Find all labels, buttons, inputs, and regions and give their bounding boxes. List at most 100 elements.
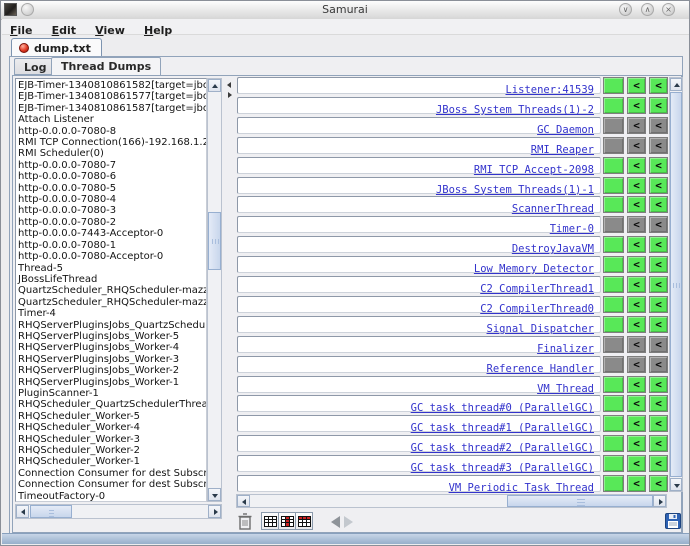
previous-arrow-icon[interactable]: [331, 516, 340, 528]
thread-list-item[interactable]: http-0.0.0.0-7080-1: [18, 240, 206, 251]
prev-dump-button[interactable]: <: [627, 77, 646, 94]
split-divider[interactable]: [225, 78, 235, 519]
thread-list-item[interactable]: QuartzScheduler_RHQScheduler-mazztower: [18, 285, 206, 296]
dump-vscroll-thumb[interactable]: [670, 92, 682, 477]
scroll-left-icon[interactable]: [16, 505, 29, 518]
prev-dump-button[interactable]: <: [649, 395, 668, 412]
thread-list-item[interactable]: QuartzScheduler_RHQScheduler-mazztower: [18, 297, 206, 308]
thread-link[interactable]: Listener:41539: [505, 84, 600, 96]
prev-dump-button[interactable]: <: [649, 276, 668, 293]
prev-dump-button[interactable]: <: [627, 196, 646, 213]
prev-dump-button[interactable]: <: [649, 77, 668, 94]
prev-dump-button[interactable]: <: [649, 316, 668, 333]
prev-dump-button[interactable]: <: [627, 376, 646, 393]
prev-dump-button[interactable]: <: [649, 216, 668, 233]
prev-dump-button[interactable]: <: [627, 455, 646, 472]
thread-list-item[interactable]: PluginScanner-1: [18, 388, 206, 399]
thread-link[interactable]: JBoss System Threads(1)-1: [436, 184, 600, 196]
trash-icon[interactable]: [238, 513, 252, 530]
thread-list-item[interactable]: RHQServerPluginsJobs_Worker-5: [18, 331, 206, 342]
thread-list-item[interactable]: RHQScheduler_Worker-1: [18, 456, 206, 467]
prev-dump-button[interactable]: <: [627, 256, 646, 273]
thread-link[interactable]: VM Thread: [537, 383, 600, 395]
prev-dump-button[interactable]: <: [627, 415, 646, 432]
prev-dump-button[interactable]: <: [627, 137, 646, 154]
prev-dump-button[interactable]: <: [627, 296, 646, 313]
thread-list-item[interactable]: RHQScheduler_Worker-5: [18, 411, 206, 422]
tab-dump-txt[interactable]: dump.txt: [11, 38, 102, 57]
prev-dump-button[interactable]: <: [649, 196, 668, 213]
thread-link[interactable]: ScannerThread: [512, 203, 600, 215]
menu-help[interactable]: Help: [142, 23, 178, 37]
prev-dump-button[interactable]: <: [627, 316, 646, 333]
thread-list-item[interactable]: EJB-Timer-1340810861587[target=jboss.: [18, 103, 206, 114]
prev-dump-button[interactable]: <: [649, 435, 668, 452]
thread-list-item[interactable]: RMI Scheduler(0): [18, 148, 206, 159]
thread-list-item[interactable]: RHQScheduler_QuartzSchedulerThread: [18, 399, 206, 410]
prev-dump-button[interactable]: <: [649, 376, 668, 393]
thread-list-item[interactable]: http-0.0.0.0-7080-5: [18, 183, 206, 194]
collapse-right-icon[interactable]: [228, 92, 232, 98]
thread-list-item[interactable]: EJB-Timer-1340810861577[target=jboss.: [18, 91, 206, 102]
prev-dump-button[interactable]: <: [627, 276, 646, 293]
thread-link[interactable]: DestroyJavaVM: [512, 243, 600, 255]
table-view-button[interactable]: [261, 512, 279, 530]
scroll-down-icon[interactable]: [670, 478, 682, 491]
thread-list-item[interactable]: RHQScheduler_Worker-3: [18, 434, 206, 445]
prev-dump-button[interactable]: <: [627, 97, 646, 114]
prev-dump-button[interactable]: <: [627, 395, 646, 412]
thread-link[interactable]: RMI TCP Accept-2098: [474, 164, 600, 176]
collapse-left-icon[interactable]: [227, 82, 231, 88]
prev-dump-button[interactable]: <: [649, 336, 668, 353]
thread-list-item[interactable]: Timer-4: [18, 308, 206, 319]
menu-edit[interactable]: Edit: [50, 23, 82, 37]
prev-dump-button[interactable]: <: [649, 157, 668, 174]
scroll-left-icon[interactable]: [237, 495, 250, 507]
thread-list-item[interactable]: RHQScheduler_Worker-4: [18, 422, 206, 433]
tab-thread-dumps[interactable]: Thread Dumps: [51, 57, 161, 75]
thread-list-item[interactable]: RHQServerPluginsJobs_Worker-2: [18, 365, 206, 376]
thread-list-item[interactable]: TimeoutFactory-0: [18, 491, 206, 502]
thread-list-item[interactable]: Attach Listener: [18, 114, 206, 125]
thread-link[interactable]: Timer-0: [550, 223, 600, 235]
thread-list-item[interactable]: http-0.0.0.0-7080-2: [18, 217, 206, 228]
thread-list-item[interactable]: RHQServerPluginsJobs_Worker-3: [18, 354, 206, 365]
thread-link[interactable]: JBoss System Threads(1)-2: [436, 104, 600, 116]
prev-dump-button[interactable]: <: [627, 336, 646, 353]
thread-link[interactable]: GC task thread#0 (ParallelGC): [411, 402, 600, 414]
thread-list-item[interactable]: http-0.0.0.0-7080-7: [18, 160, 206, 171]
thread-link[interactable]: GC task thread#2 (ParallelGC): [411, 442, 600, 454]
thread-list-item[interactable]: RHQServerPluginsJobs_QuartzSchedulerThre: [18, 320, 206, 331]
prev-dump-button[interactable]: <: [649, 356, 668, 373]
thread-link[interactable]: C2 CompilerThread1: [480, 283, 600, 295]
minimize-button[interactable]: ∨: [619, 3, 632, 16]
thread-list-item[interactable]: JBossLifeThread: [18, 274, 206, 285]
scroll-down-icon[interactable]: [208, 488, 221, 501]
thread-list-item[interactable]: http-0.0.0.0-7443-Acceptor-0: [18, 228, 206, 239]
prev-dump-button[interactable]: <: [627, 177, 646, 194]
scroll-up-icon[interactable]: [208, 79, 221, 92]
prev-dump-button[interactable]: <: [649, 415, 668, 432]
thread-list-item[interactable]: RMI TCP Connection(166)-192.168.1.2: [18, 137, 206, 148]
thread-link[interactable]: GC task thread#3 (ParallelGC): [411, 462, 600, 474]
prev-dump-button[interactable]: <: [649, 97, 668, 114]
thread-list-item[interactable]: RHQServerPluginsJobs_Worker-1: [18, 377, 206, 388]
maximize-button[interactable]: ∧: [641, 3, 654, 16]
thread-link[interactable]: GC Daemon: [537, 124, 600, 136]
prev-dump-button[interactable]: <: [649, 117, 668, 134]
prev-dump-button[interactable]: <: [649, 236, 668, 253]
save-floppy-icon[interactable]: [665, 513, 681, 529]
scroll-right-icon[interactable]: [208, 505, 221, 518]
thread-list-item[interactable]: http-0.0.0.0-7080-3: [18, 205, 206, 216]
prev-dump-button[interactable]: <: [627, 157, 646, 174]
prev-dump-button[interactable]: <: [649, 296, 668, 313]
prev-dump-button[interactable]: <: [649, 475, 668, 492]
thread-list-item[interactable]: http-0.0.0.0-7080-8: [18, 126, 206, 137]
thread-link[interactable]: Reference Handler: [487, 363, 600, 375]
prev-dump-button[interactable]: <: [649, 256, 668, 273]
thread-list-item[interactable]: RHQScheduler_Worker-2: [18, 445, 206, 456]
thread-link[interactable]: C2 CompilerThread0: [480, 303, 600, 315]
thread-list-vscrollbar[interactable]: [207, 78, 222, 502]
thread-link[interactable]: GC task thread#1 (ParallelGC): [411, 422, 600, 434]
menu-view[interactable]: View: [93, 23, 131, 37]
